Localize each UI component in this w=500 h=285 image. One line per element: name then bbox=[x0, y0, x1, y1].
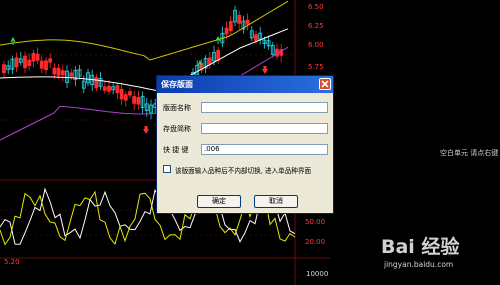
candle-body bbox=[128, 91, 132, 96]
dialog-titlebar[interactable]: 保存版面 bbox=[157, 76, 333, 93]
candle-body bbox=[60, 70, 65, 76]
candle-body bbox=[52, 67, 57, 75]
no-switch-checkbox-label: 该版面输入品种后不内部切换, 进入单品种界面 bbox=[175, 167, 312, 175]
no-switch-checkbox[interactable] bbox=[163, 165, 171, 173]
candle-body bbox=[69, 72, 74, 77]
layout-name-input[interactable] bbox=[201, 102, 328, 113]
save-layout-dialog: 保存版面 版面名称 存盘简称 快 捷 键 .006 该版面输入品种后不内部切换,… bbox=[156, 75, 334, 214]
candle-body bbox=[245, 19, 250, 25]
candle-body bbox=[228, 21, 233, 32]
save-shortname-input[interactable] bbox=[201, 123, 328, 134]
candle-body bbox=[224, 27, 229, 35]
candle-body bbox=[207, 57, 212, 65]
dialog-title: 保存版面 bbox=[161, 80, 193, 89]
watermark-url: jingyan.baidu.com bbox=[384, 260, 454, 269]
candle-body bbox=[132, 96, 137, 104]
price-tick-label: 6.50 bbox=[308, 3, 324, 11]
indicator-tick-label: 50.00 bbox=[305, 218, 326, 226]
ok-button[interactable]: 确定 bbox=[197, 195, 241, 208]
candle-body bbox=[237, 14, 242, 24]
candle-body bbox=[136, 96, 141, 105]
candle-body bbox=[31, 52, 36, 62]
layout-name-label: 版面名称 bbox=[163, 104, 191, 112]
candle-body bbox=[56, 67, 61, 76]
price-tick-label: 5.75 bbox=[308, 63, 324, 71]
candle-body bbox=[107, 85, 111, 92]
candle-body bbox=[23, 55, 27, 69]
watermark-logo: Bai 经验 bbox=[381, 236, 460, 258]
candle-body bbox=[119, 88, 124, 100]
candle-body bbox=[48, 58, 53, 63]
candle-body bbox=[14, 57, 19, 68]
baidu-jingyan-watermark: Bai 经验 jingyan.baidu.com bbox=[381, 232, 496, 276]
candle-body bbox=[94, 77, 99, 89]
candle-body bbox=[123, 94, 128, 101]
candle-body bbox=[2, 64, 6, 74]
price-tick-label: 6.00 bbox=[308, 41, 324, 49]
upper-band-line bbox=[0, 0, 289, 61]
price-tick-label: 6.25 bbox=[308, 22, 324, 30]
shortcut-key-label: 快 捷 键 bbox=[163, 146, 189, 154]
empty-cell-hint[interactable]: 空白单元 请点右键 bbox=[440, 148, 498, 158]
candle-body bbox=[35, 53, 40, 61]
close-icon bbox=[321, 80, 329, 88]
candle-body bbox=[254, 34, 258, 42]
cancel-button[interactable]: 取消 bbox=[254, 195, 298, 208]
shortcut-key-input[interactable]: .006 bbox=[201, 144, 328, 155]
candle-body bbox=[27, 59, 32, 67]
save-shortname-label: 存盘简称 bbox=[163, 125, 191, 133]
candle-body bbox=[102, 86, 107, 91]
volume-tick-label: 10000 bbox=[306, 270, 329, 278]
indicator-tick-label: 20.00 bbox=[305, 238, 326, 246]
candle-body bbox=[39, 60, 44, 69]
candle-body bbox=[115, 85, 120, 94]
price-readout: 5.20 bbox=[4, 258, 20, 266]
candle-body bbox=[44, 60, 48, 71]
close-button[interactable] bbox=[319, 78, 331, 90]
